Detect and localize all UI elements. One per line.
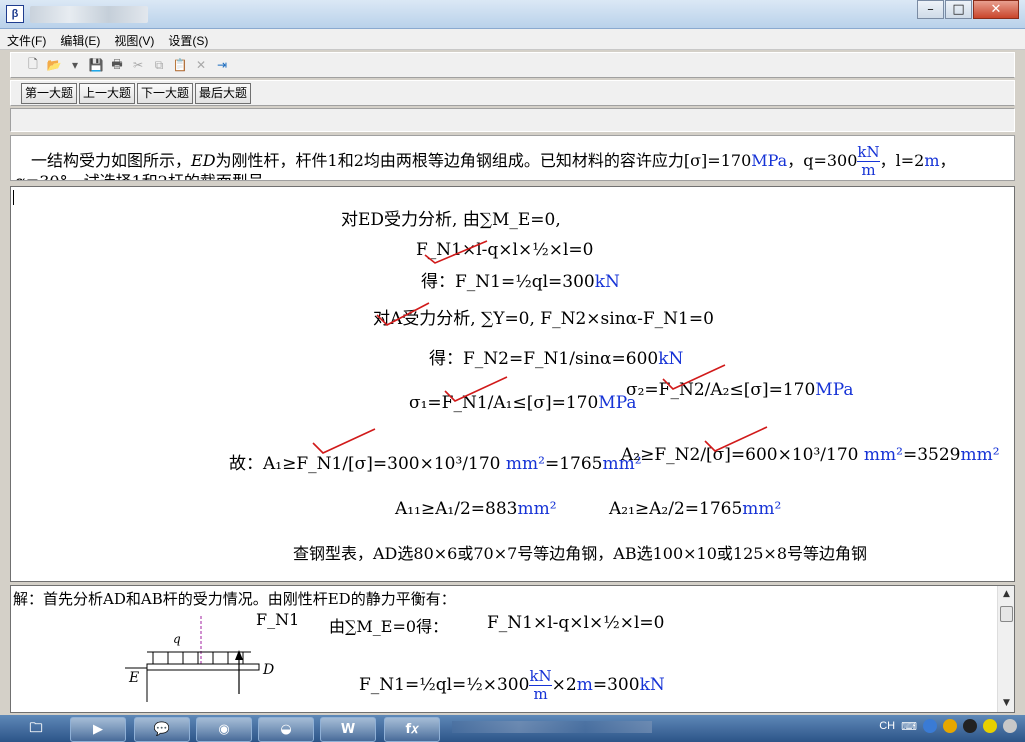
qq-icon[interactable] <box>963 719 977 733</box>
solution-pane[interactable]: 解：首先分析AD和AB杆的受力情况。由刚性杆ED的静力平衡有： F_N1 q D… <box>10 585 1015 713</box>
last-question-button[interactable]: 最后大题 <box>195 82 252 104</box>
grading-check-mark <box>704 426 768 452</box>
menu-settings[interactable]: 设置(S) <box>161 29 215 52</box>
maximize-button[interactable]: □ <box>945 0 972 19</box>
dropdown-arrow-icon[interactable]: ▾ <box>67 57 83 73</box>
solution-eq1-label: 由∑M_E=0得： <box>329 617 449 636</box>
save-icon[interactable]: 💾 <box>88 57 104 73</box>
answer-line-8b: A₂₁≥A₂/2=1765mm² <box>609 499 782 519</box>
scroll-thumb[interactable] <box>1000 606 1013 622</box>
taskbar-blurred-text <box>452 721 652 733</box>
app-icon: β <box>6 5 24 23</box>
diagram-label-e: E <box>129 670 140 686</box>
solution-scrollbar[interactable]: ▲ ▼ <box>997 586 1014 712</box>
help-icon[interactable] <box>923 719 937 733</box>
text-caret <box>13 190 14 205</box>
title-bar: β – □ ✕ <box>0 0 1025 29</box>
app-bird-icon[interactable]: ◒ <box>258 717 314 742</box>
media-player-icon[interactable]: ▶ <box>70 717 126 742</box>
folder-icon[interactable]: 🗀 <box>8 717 64 742</box>
close-button[interactable]: ✕ <box>973 0 1019 19</box>
diagram-label-q: q <box>173 632 181 646</box>
scroll-down-arrow-icon[interactable]: ▼ <box>998 695 1014 712</box>
menu-view[interactable]: 视图(V) <box>107 29 161 52</box>
grading-check-mark <box>444 376 508 402</box>
answer-line-7b: A₂≥F_N2/[σ]=600×10³/170 mm²=3529mm² <box>621 445 1000 465</box>
answer-line-5: 得：F_N2=F_N1/sinα=600kN <box>429 349 684 369</box>
grading-check-mark <box>312 428 376 454</box>
exit-icon[interactable]: ⇥ <box>214 57 230 73</box>
system-tray: CH ⌨ <box>879 719 1017 733</box>
cut-icon[interactable]: ✂ <box>130 57 146 73</box>
tray-misc-icon[interactable] <box>1003 719 1017 733</box>
copy-icon[interactable]: ⧉ <box>151 57 167 73</box>
answer-line-1: 对ED受力分析, 由∑M_E=0, <box>341 210 561 230</box>
menu-bar: 文件(F) 编辑(E) 视图(V) 设置(S) <box>0 29 1025 50</box>
solution-eq2: F_N1=½ql=½×300 kN m ×2m=300kN <box>359 667 665 703</box>
tray-app-icon[interactable] <box>943 719 957 733</box>
word-icon[interactable]: W <box>320 717 376 742</box>
answer-line-8a: A₁₁≥A₁/2=883mm² <box>395 499 557 519</box>
input-language-indicator[interactable]: CH <box>879 720 895 732</box>
window-title-blurred <box>30 6 148 23</box>
menu-file[interactable]: 文件(F) <box>0 29 53 52</box>
minimize-button[interactable]: – <box>917 0 944 19</box>
scroll-up-arrow-icon[interactable]: ▲ <box>998 586 1014 603</box>
answer-pane[interactable]: 对ED受力分析, 由∑M_E=0, F_N1×l-q×l×½×l=0 得：F_N… <box>10 186 1015 582</box>
diagram-label-fn1: F_N1 <box>256 610 300 629</box>
question-nav-bar: 第一大题 上一大题 下一大题 最后大题 <box>10 80 1015 106</box>
print-icon[interactable]: 🖶 <box>109 57 125 73</box>
question-text-line2: α=30°，试选择1和2杆的截面型号 <box>15 168 264 180</box>
prev-question-button[interactable]: 上一大题 <box>79 82 136 104</box>
diagram-label-d: D <box>263 662 275 678</box>
answer-line-9: 查钢型表，AD选80×6或70×7号等边角钢，AB选100×10或125×8号等… <box>293 544 868 563</box>
menu-edit[interactable]: 编辑(E) <box>53 29 107 52</box>
next-question-button[interactable]: 下一大题 <box>137 82 194 104</box>
keyboard-icon[interactable]: ⌨ <box>901 720 917 733</box>
toolbar: 🗋 📂 ▾ 💾 🖶 ✂ ⧉ 📋 ✕ ⇥ <box>10 52 1015 78</box>
question-pane[interactable]: 一结构受力如图所示，ED为刚性杆，杆件1和2均由两根等边角钢组成。已知材料的容许… <box>10 135 1015 181</box>
delete-icon[interactable]: ✕ <box>193 57 209 73</box>
first-question-button[interactable]: 第一大题 <box>21 82 78 104</box>
solution-eq1: F_N1×l-q×l×½×l=0 <box>487 613 665 633</box>
grading-check-mark <box>662 364 726 390</box>
answer-line-7a: 故：A₁≥F_N1/[σ]=300×10³/170 mm²=1765mm² <box>229 454 642 474</box>
new-file-icon[interactable]: 🗋 <box>25 57 41 73</box>
open-folder-icon[interactable]: 📂 <box>46 57 62 73</box>
status-strip <box>10 108 1015 132</box>
grading-check-mark <box>376 302 430 326</box>
answer-line-3: 得：F_N1=½ql=300kN <box>421 272 620 292</box>
tray-plus-icon[interactable] <box>983 719 997 733</box>
wechat-icon[interactable]: 💬 <box>134 717 190 742</box>
taskbar: 🗀 ▶ 💬 ◉ ◒ W f𝑥 CH ⌨ <box>0 715 1025 742</box>
paste-icon[interactable]: 📋 <box>172 57 188 73</box>
formula-editor-icon[interactable]: f𝑥 <box>384 717 440 742</box>
grading-check-mark <box>424 240 488 264</box>
chrome-icon[interactable]: ◉ <box>196 717 252 742</box>
